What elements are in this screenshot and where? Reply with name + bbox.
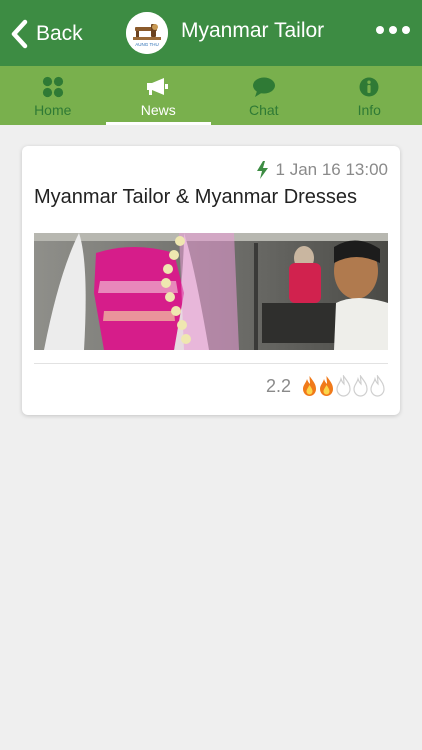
grid-icon bbox=[42, 76, 64, 98]
news-card[interactable]: 1 Jan 16 13:00 Myanmar Tailor & Myanmar … bbox=[22, 146, 400, 415]
page-title: Myanmar Tailor bbox=[181, 19, 325, 42]
info-icon bbox=[359, 76, 379, 98]
flame-icon bbox=[370, 375, 385, 397]
post-meta: 1 Jan 16 13:00 bbox=[256, 160, 388, 180]
flame-icon bbox=[303, 376, 316, 396]
post-timestamp: 1 Jan 16 13:00 bbox=[275, 160, 388, 179]
card-divider bbox=[34, 363, 388, 364]
tab-chat[interactable]: Chat bbox=[211, 66, 317, 125]
tab-label: Info bbox=[357, 102, 381, 118]
tab-label: Home bbox=[34, 102, 72, 118]
post-rating[interactable]: 2.2 bbox=[266, 375, 386, 397]
flame-icon bbox=[320, 376, 333, 396]
post-image[interactable] bbox=[34, 233, 388, 350]
tab-bar: Home News Chat Info bbox=[0, 66, 422, 125]
chat-bubble-icon bbox=[252, 76, 276, 98]
more-options-button[interactable] bbox=[376, 26, 410, 34]
more-dot-icon bbox=[389, 26, 397, 34]
tab-news[interactable]: News bbox=[105, 66, 212, 125]
tab-label: News bbox=[140, 102, 176, 118]
shop-logo: AUNG THU bbox=[126, 12, 168, 54]
flame-icon bbox=[353, 375, 368, 397]
tab-home[interactable]: Home bbox=[0, 66, 106, 125]
post-title: Myanmar Tailor & Myanmar Dresses bbox=[34, 186, 358, 208]
rating-value: 2.2 bbox=[265, 375, 291, 396]
app-header: Back AUNG THU Myanmar Tailor bbox=[0, 0, 422, 66]
flame-icon bbox=[336, 375, 351, 397]
chevron-left-icon bbox=[11, 19, 28, 49]
more-dot-icon bbox=[402, 26, 410, 34]
flame-rating bbox=[301, 375, 386, 397]
more-dot-icon bbox=[376, 26, 384, 34]
tab-label: Chat bbox=[248, 102, 279, 118]
back-button[interactable]: Back bbox=[10, 18, 83, 50]
lightning-icon bbox=[256, 161, 268, 179]
svg-text:AUNG THU: AUNG THU bbox=[135, 42, 158, 47]
megaphone-icon bbox=[146, 76, 170, 98]
tab-info[interactable]: Info bbox=[317, 66, 422, 125]
back-label: Back bbox=[36, 22, 83, 45]
